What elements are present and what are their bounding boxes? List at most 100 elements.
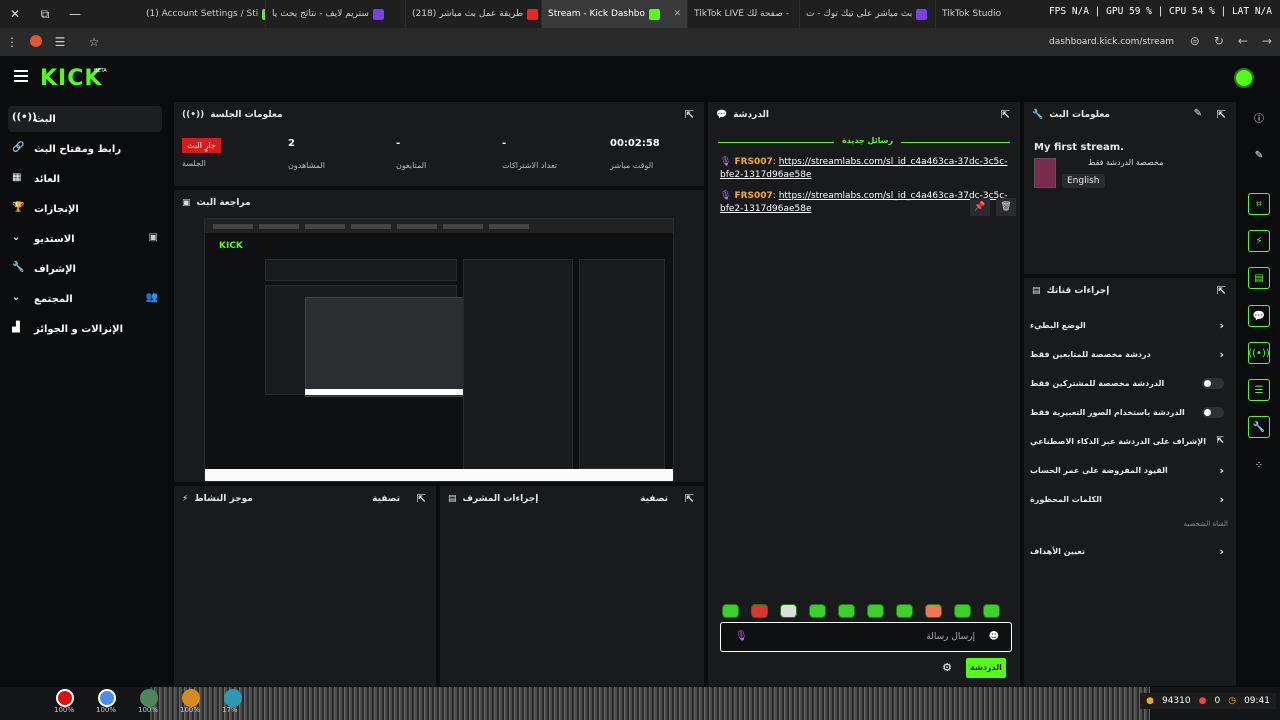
emote-icon[interactable] — [983, 604, 1000, 618]
tab-tiktok-live[interactable]: TikTok LIVE صفحة لك - — [688, 0, 800, 28]
filter-button[interactable]: تصفية — [640, 494, 668, 504]
add-widget-icon[interactable]: ⁘ — [1242, 452, 1276, 478]
tab-youtube-search[interactable]: ستريم لايف - نتائج بحث يا — [266, 0, 406, 28]
app-icon[interactable] — [98, 689, 116, 707]
slow-mode-row[interactable]: الوضع البطيء › — [1030, 314, 1228, 336]
tab-kick-dashboard[interactable]: Stream - Kick Dashbo ✕ — [542, 0, 688, 28]
trophy-icon: 🏆 — [12, 202, 25, 213]
expand-icon[interactable]: ⇱ — [417, 492, 426, 505]
banned-words-row[interactable]: الكلمات المحظورة › — [1030, 488, 1228, 510]
info-icon[interactable]: ⓘ — [1242, 104, 1276, 130]
set-goals-row[interactable]: تعيين الأهداف › — [1030, 540, 1228, 562]
menu-dots-icon[interactable]: ⋮ — [0, 35, 24, 49]
preview-chat-box — [463, 259, 573, 475]
followers-only-row[interactable]: دردشة مخصصة للمتابعين فقط › — [1030, 343, 1228, 365]
hamburger-menu-icon[interactable] — [14, 70, 28, 82]
sidebar-item-revenue[interactable]: ▦ العائد — [8, 166, 162, 192]
sidebar-item-drops[interactable]: ▟ الإنزالات و الجوائز — [8, 316, 162, 342]
list-icon[interactable]: ▤ — [1248, 267, 1270, 289]
emote-icon[interactable] — [896, 604, 913, 618]
emote-icon[interactable] — [722, 604, 739, 618]
chat-settings-gear-icon[interactable]: ⚙ — [942, 661, 952, 674]
chat-username[interactable]: FRS007 — [734, 191, 772, 201]
bolt-icon[interactable]: ⚡ — [1248, 230, 1270, 252]
emote-icon[interactable] — [925, 604, 942, 618]
sidebar-item-label: العائد — [34, 173, 61, 185]
emote-icon[interactable] — [867, 604, 884, 618]
brave-shield-icon[interactable] — [24, 34, 48, 50]
chevron-right-icon: › — [1219, 544, 1224, 558]
emoji-picker-icon[interactable]: ☻ — [989, 631, 999, 642]
url-field[interactable]: dashboard.kick.com/stream — [1049, 37, 1174, 47]
sidebar-item-stream-key[interactable]: 🔗 رابط ومفتاح البث — [8, 136, 162, 162]
sidebar-item-moderation[interactable]: 🔧 الإشراف — [8, 256, 162, 282]
emotes-only-toggle[interactable] — [1202, 406, 1224, 418]
tune-icon[interactable]: ⊜ — [1190, 34, 1200, 48]
browser-tab-bar: ✕ ⧉ — (1) Account Settings / Sti ستريم ل… — [0, 0, 1280, 28]
wrench-icon[interactable]: 🔧 — [1248, 416, 1270, 438]
tray-coins: 94310 — [1161, 696, 1191, 706]
expand-icon[interactable]: ⇱ — [1217, 284, 1226, 297]
forward-icon[interactable]: → — [1262, 34, 1272, 48]
performance-overlay: FPS N/A | GPU 59 % | CPU 54 % | LAT N/A — [1048, 6, 1272, 17]
chat-bubble-icon[interactable]: 💬 — [1248, 305, 1270, 327]
app-icon[interactable] — [56, 689, 74, 707]
app-icon[interactable] — [182, 689, 200, 707]
sidebar-item-achievements[interactable]: 🏆 الإنجازات — [8, 196, 162, 222]
action-label: الإشراف على الدردشة عبر الذكاء الاصطناعي — [1030, 436, 1206, 446]
sidebar-item-stream[interactable]: ((•)) البث — [8, 106, 162, 132]
emote-icon[interactable] — [751, 604, 768, 618]
tab-title: TikTok Studio — [942, 9, 1002, 19]
tab-favicon-icon — [372, 8, 384, 20]
expand-icon[interactable]: ⇱ — [1001, 108, 1010, 121]
reload-icon[interactable]: ↻ — [1214, 34, 1224, 48]
send-chat-button[interactable]: الدردشة — [966, 658, 1006, 678]
emote-icon[interactable] — [838, 604, 855, 618]
close-tab-icon[interactable]: ✕ — [667, 9, 681, 19]
tab-tiktok-guide[interactable]: بث مباشر على تيك توك - ت — [800, 0, 936, 28]
emote-icon[interactable] — [780, 604, 797, 618]
expand-icon[interactable]: ⇱ — [1217, 108, 1226, 121]
back-icon[interactable]: ← — [1238, 34, 1248, 48]
trash-icon[interactable]: 🗑 — [996, 198, 1016, 216]
preview-browser-bar — [205, 219, 673, 233]
close-window-icon[interactable]: ✕ — [0, 0, 30, 28]
emote-icon[interactable] — [809, 604, 826, 618]
pin-icon[interactable]: 📌 — [970, 198, 990, 216]
chat-message-input[interactable]: 🎙 إرسال رسالة ☻ — [720, 622, 1012, 652]
chat-username[interactable]: FRS007 — [734, 157, 772, 167]
emote-icon[interactable] — [954, 604, 971, 618]
actions-icon[interactable]: ☰ — [1248, 379, 1270, 401]
expand-icon[interactable]: ⇱ — [685, 492, 694, 505]
app-percent: 17% — [222, 706, 238, 714]
preview-nested-window — [305, 297, 481, 397]
wallet-icon[interactable]: ☰ — [48, 35, 72, 49]
bookmark-star-icon[interactable]: ☆ — [82, 35, 106, 49]
tab-youtube-video[interactable]: (218) طريقة عمل بث مباشر — [406, 0, 542, 28]
user-avatar[interactable] — [1234, 68, 1254, 88]
tab-account-settings[interactable]: (1) Account Settings / Sti — [140, 0, 266, 28]
app-icon[interactable] — [140, 689, 158, 707]
chat-message[interactable]: 🎙 FRS007: https://streamlabs.com/sl_id_c4… — [720, 156, 1020, 182]
filter-button[interactable]: تصفية — [372, 494, 400, 504]
app-icon[interactable] — [224, 689, 242, 707]
expand-icon[interactable]: ⇱ — [685, 108, 694, 121]
account-age-row[interactable]: القيود المفروضة على عمر الحساب › — [1030, 459, 1228, 481]
app-percent: 100% — [138, 706, 159, 714]
crop-icon[interactable]: ⌗ — [1248, 193, 1270, 215]
restore-window-icon[interactable]: ⧉ — [30, 0, 60, 28]
sidebar-item-community[interactable]: ⌄ المجتمع 👥 — [8, 286, 162, 312]
broadcast-icon[interactable]: ((•)) — [1248, 342, 1270, 364]
panel-header: ▤ إجراءات قناتك ⇱ — [1024, 278, 1236, 304]
edit-pencil-icon[interactable]: ✎ — [1194, 108, 1202, 119]
ai-moderation-row[interactable]: الإشراف على الدردشة عبر الذكاء الاصطناعي… — [1030, 430, 1228, 452]
minimize-window-icon[interactable]: — — [60, 0, 90, 28]
sidebar-item-label: البث — [34, 113, 56, 125]
stream-preview-video[interactable]: KICK — [204, 218, 674, 482]
tab-tiktok-studio[interactable]: TikTok Studio — [936, 0, 1006, 28]
subscribers-only-toggle[interactable] — [1202, 377, 1224, 389]
edit-pencil-icon[interactable]: ✎ — [1242, 142, 1276, 168]
sidebar-item-studio[interactable]: ⌄ الاستديو ▣ — [8, 226, 162, 252]
panel-title: معلومات البث — [1049, 110, 1110, 120]
section-label: القناة الشخصية — [1183, 520, 1228, 528]
